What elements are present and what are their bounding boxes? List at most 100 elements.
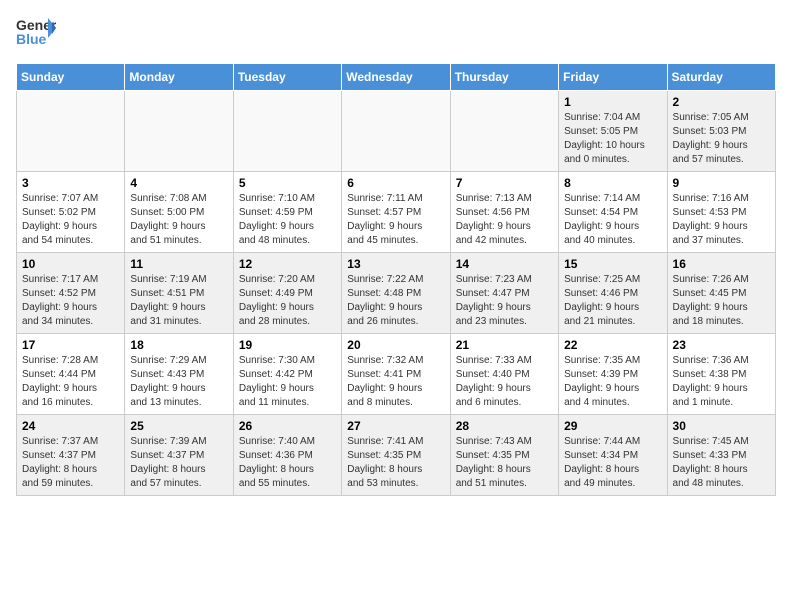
calendar-header-monday: Monday bbox=[125, 64, 233, 91]
calendar-cell: 17 Sunrise: 7:28 AM Sunset: 4:44 PM Dayli… bbox=[17, 334, 125, 415]
day-number: 28 bbox=[456, 419, 553, 433]
day-number: 30 bbox=[673, 419, 770, 433]
day-number: 9 bbox=[673, 176, 770, 190]
calendar-cell: 24Sunrise: 7:37 AM Sunset: 4:37 PM Dayli… bbox=[17, 415, 125, 496]
calendar-week-1: 3 Sunrise: 7:07 AM Sunset: 5:02 PM Daylig… bbox=[17, 172, 776, 253]
day-detail: Sunrise: 7:22 AM Sunset: 4:48 PM Dayligh… bbox=[347, 273, 444, 329]
calendar-header-tuesday: Tuesday bbox=[233, 64, 341, 91]
day-detail: Sunrise: 7:25 AM Sunset: 4:46 PM Dayligh… bbox=[564, 273, 661, 329]
day-detail: Sunrise: 7:11 AM Sunset: 4:57 PM Dayligh… bbox=[347, 192, 444, 248]
calendar-week-0: 1 Sunrise: 7:04 AM Sunset: 5:05 PM Daylig… bbox=[17, 91, 776, 172]
day-number: 16 bbox=[673, 257, 770, 271]
day-number: 14 bbox=[456, 257, 553, 271]
calendar-cell: 7 Sunrise: 7:13 AM Sunset: 4:56 PM Daylig… bbox=[450, 172, 558, 253]
calendar-cell: 26Sunrise: 7:40 AM Sunset: 4:36 PM Dayli… bbox=[233, 415, 341, 496]
day-number: 25 bbox=[130, 419, 227, 433]
calendar-cell: 12 Sunrise: 7:20 AM Sunset: 4:49 PM Dayli… bbox=[233, 253, 341, 334]
calendar-cell: 4 Sunrise: 7:08 AM Sunset: 5:00 PM Daylig… bbox=[125, 172, 233, 253]
calendar-header-row: SundayMondayTuesdayWednesdayThursdayFrid… bbox=[17, 64, 776, 91]
day-number: 5 bbox=[239, 176, 336, 190]
calendar-cell: 22 Sunrise: 7:35 AM Sunset: 4:39 PM Dayli… bbox=[559, 334, 667, 415]
day-detail: Sunrise: 7:10 AM Sunset: 4:59 PM Dayligh… bbox=[239, 192, 336, 248]
day-detail: Sunrise: 7:07 AM Sunset: 5:02 PM Dayligh… bbox=[22, 192, 119, 248]
calendar-cell: 13 Sunrise: 7:22 AM Sunset: 4:48 PM Dayli… bbox=[342, 253, 450, 334]
calendar-cell: 14 Sunrise: 7:23 AM Sunset: 4:47 PM Dayli… bbox=[450, 253, 558, 334]
day-detail: Sunrise: 7:32 AM Sunset: 4:41 PM Dayligh… bbox=[347, 354, 444, 410]
day-detail: Sunrise: 7:30 AM Sunset: 4:42 PM Dayligh… bbox=[239, 354, 336, 410]
day-number: 4 bbox=[130, 176, 227, 190]
day-detail: Sunrise: 7:20 AM Sunset: 4:49 PM Dayligh… bbox=[239, 273, 336, 329]
calendar-header-friday: Friday bbox=[559, 64, 667, 91]
day-number: 29 bbox=[564, 419, 661, 433]
day-detail: Sunrise: 7:45 AM Sunset: 4:33 PM Dayligh… bbox=[673, 435, 770, 491]
calendar-cell: 5 Sunrise: 7:10 AM Sunset: 4:59 PM Daylig… bbox=[233, 172, 341, 253]
calendar-cell: 20Sunrise: 7:32 AM Sunset: 4:41 PM Dayli… bbox=[342, 334, 450, 415]
calendar-cell: 21Sunrise: 7:33 AM Sunset: 4:40 PM Dayli… bbox=[450, 334, 558, 415]
day-detail: Sunrise: 7:13 AM Sunset: 4:56 PM Dayligh… bbox=[456, 192, 553, 248]
calendar-cell bbox=[233, 91, 341, 172]
day-detail: Sunrise: 7:35 AM Sunset: 4:39 PM Dayligh… bbox=[564, 354, 661, 410]
calendar-cell: 11 Sunrise: 7:19 AM Sunset: 4:51 PM Dayli… bbox=[125, 253, 233, 334]
calendar-week-4: 24Sunrise: 7:37 AM Sunset: 4:37 PM Dayli… bbox=[17, 415, 776, 496]
calendar-cell: 1 Sunrise: 7:04 AM Sunset: 5:05 PM Daylig… bbox=[559, 91, 667, 172]
calendar-cell: 27 Sunrise: 7:41 AM Sunset: 4:35 PM Dayli… bbox=[342, 415, 450, 496]
day-number: 12 bbox=[239, 257, 336, 271]
calendar-cell: 18Sunrise: 7:29 AM Sunset: 4:43 PM Dayli… bbox=[125, 334, 233, 415]
day-detail: Sunrise: 7:23 AM Sunset: 4:47 PM Dayligh… bbox=[456, 273, 553, 329]
calendar-week-3: 17 Sunrise: 7:28 AM Sunset: 4:44 PM Dayli… bbox=[17, 334, 776, 415]
calendar-cell: 19 Sunrise: 7:30 AM Sunset: 4:42 PM Dayli… bbox=[233, 334, 341, 415]
day-number: 11 bbox=[130, 257, 227, 271]
calendar-cell: 25 Sunrise: 7:39 AM Sunset: 4:37 PM Dayli… bbox=[125, 415, 233, 496]
day-detail: Sunrise: 7:36 AM Sunset: 4:38 PM Dayligh… bbox=[673, 354, 770, 410]
calendar-cell: 3 Sunrise: 7:07 AM Sunset: 5:02 PM Daylig… bbox=[17, 172, 125, 253]
day-number: 18 bbox=[130, 338, 227, 352]
logo: General Blue bbox=[16, 16, 56, 53]
calendar-cell: 10 Sunrise: 7:17 AM Sunset: 4:52 PM Dayli… bbox=[17, 253, 125, 334]
calendar-cell: 8Sunrise: 7:14 AM Sunset: 4:54 PM Daylig… bbox=[559, 172, 667, 253]
calendar-cell bbox=[17, 91, 125, 172]
header: General Blue bbox=[16, 16, 776, 53]
calendar-cell: 28Sunrise: 7:43 AM Sunset: 4:35 PM Dayli… bbox=[450, 415, 558, 496]
calendar-week-2: 10 Sunrise: 7:17 AM Sunset: 4:52 PM Dayli… bbox=[17, 253, 776, 334]
day-detail: Sunrise: 7:41 AM Sunset: 4:35 PM Dayligh… bbox=[347, 435, 444, 491]
calendar-header-thursday: Thursday bbox=[450, 64, 558, 91]
day-number: 27 bbox=[347, 419, 444, 433]
day-detail: Sunrise: 7:04 AM Sunset: 5:05 PM Dayligh… bbox=[564, 111, 661, 167]
day-detail: Sunrise: 7:19 AM Sunset: 4:51 PM Dayligh… bbox=[130, 273, 227, 329]
day-detail: Sunrise: 7:39 AM Sunset: 4:37 PM Dayligh… bbox=[130, 435, 227, 491]
day-number: 3 bbox=[22, 176, 119, 190]
calendar-cell bbox=[450, 91, 558, 172]
day-number: 6 bbox=[347, 176, 444, 190]
day-number: 13 bbox=[347, 257, 444, 271]
calendar-cell bbox=[342, 91, 450, 172]
day-number: 22 bbox=[564, 338, 661, 352]
calendar-cell: 23Sunrise: 7:36 AM Sunset: 4:38 PM Dayli… bbox=[667, 334, 775, 415]
logo-icon: General Blue bbox=[16, 16, 56, 53]
day-number: 26 bbox=[239, 419, 336, 433]
day-number: 1 bbox=[564, 95, 661, 109]
calendar-table: SundayMondayTuesdayWednesdayThursdayFrid… bbox=[16, 63, 776, 496]
day-number: 24 bbox=[22, 419, 119, 433]
day-detail: Sunrise: 7:28 AM Sunset: 4:44 PM Dayligh… bbox=[22, 354, 119, 410]
calendar-cell: 16 Sunrise: 7:26 AM Sunset: 4:45 PM Dayli… bbox=[667, 253, 775, 334]
calendar-cell bbox=[125, 91, 233, 172]
day-number: 15 bbox=[564, 257, 661, 271]
calendar-header-wednesday: Wednesday bbox=[342, 64, 450, 91]
calendar-header-sunday: Sunday bbox=[17, 64, 125, 91]
day-number: 10 bbox=[22, 257, 119, 271]
day-number: 19 bbox=[239, 338, 336, 352]
calendar-cell: 9Sunrise: 7:16 AM Sunset: 4:53 PM Daylig… bbox=[667, 172, 775, 253]
calendar-cell: 6 Sunrise: 7:11 AM Sunset: 4:57 PM Daylig… bbox=[342, 172, 450, 253]
day-detail: Sunrise: 7:26 AM Sunset: 4:45 PM Dayligh… bbox=[673, 273, 770, 329]
day-detail: Sunrise: 7:17 AM Sunset: 4:52 PM Dayligh… bbox=[22, 273, 119, 329]
day-detail: Sunrise: 7:05 AM Sunset: 5:03 PM Dayligh… bbox=[673, 111, 770, 167]
day-detail: Sunrise: 7:33 AM Sunset: 4:40 PM Dayligh… bbox=[456, 354, 553, 410]
day-detail: Sunrise: 7:14 AM Sunset: 4:54 PM Dayligh… bbox=[564, 192, 661, 248]
day-number: 17 bbox=[22, 338, 119, 352]
day-number: 7 bbox=[456, 176, 553, 190]
calendar-cell: 30 Sunrise: 7:45 AM Sunset: 4:33 PM Dayli… bbox=[667, 415, 775, 496]
calendar-cell: 2Sunrise: 7:05 AM Sunset: 5:03 PM Daylig… bbox=[667, 91, 775, 172]
calendar-header-saturday: Saturday bbox=[667, 64, 775, 91]
day-detail: Sunrise: 7:08 AM Sunset: 5:00 PM Dayligh… bbox=[130, 192, 227, 248]
calendar-cell: 15 Sunrise: 7:25 AM Sunset: 4:46 PM Dayli… bbox=[559, 253, 667, 334]
